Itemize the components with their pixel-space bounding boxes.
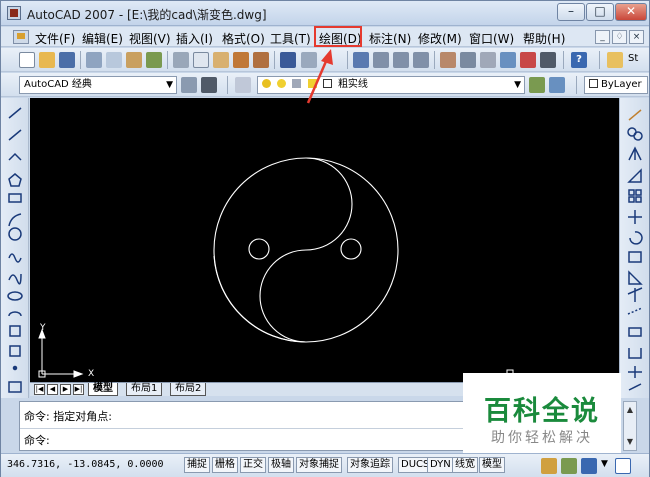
annotation-arrow-icon <box>306 49 333 104</box>
autocad-window: AutoCAD 2007 - [E:\我的cad\渐变色.dwg] – □ ✕ … <box>0 0 650 477</box>
